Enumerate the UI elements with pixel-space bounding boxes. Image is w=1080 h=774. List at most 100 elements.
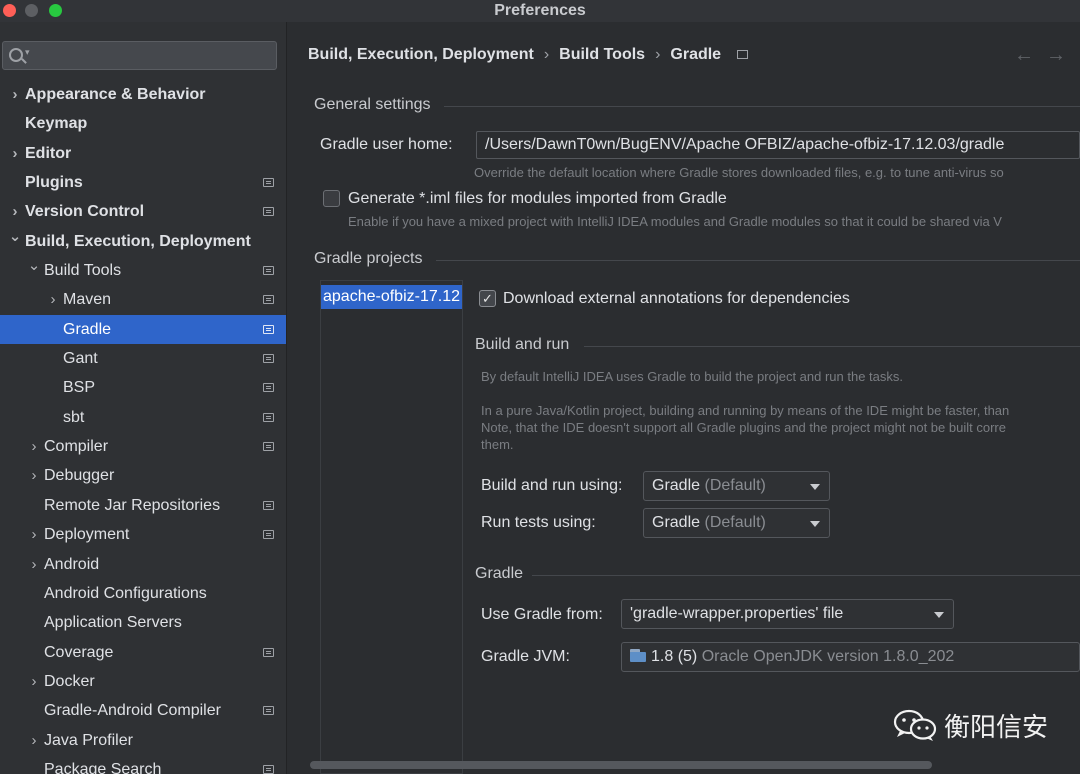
sidebar-item[interactable]: Coverage	[0, 638, 286, 667]
chevron-right-icon[interactable]: ›	[27, 520, 41, 549]
horizontal-scrollbar[interactable]	[310, 761, 932, 769]
chevron-right-icon[interactable]: ›	[46, 285, 60, 314]
dropdown-arrow-icon	[810, 521, 820, 527]
sidebar-item[interactable]: BSP	[0, 373, 286, 402]
generate-iml-hint: Enable if you have a mixed project with …	[348, 214, 1002, 229]
project-settings-icon	[263, 266, 274, 276]
project-settings-icon	[263, 383, 274, 393]
settings-tree: › Appearance & Behavior Keymap › Editor Plugi…	[0, 80, 286, 774]
gradle-jvm-label: Gradle JVM:	[481, 648, 570, 665]
project-settings-icon	[263, 324, 274, 334]
chevron-right-icon[interactable]: ›	[27, 432, 41, 461]
sidebar-item[interactable]: Gradle	[0, 314, 286, 345]
sidebar-item-label: Package Search	[44, 760, 162, 774]
sidebar-item-label: Compiler	[44, 438, 109, 456]
chevron-right-icon[interactable]: ›	[8, 80, 22, 109]
chevron-right-icon: ›	[655, 46, 661, 63]
project-settings-icon	[263, 706, 274, 716]
sidebar-item[interactable]: › Deployment	[0, 520, 286, 549]
watermark-text: 衡阳信安	[944, 712, 1049, 743]
chevron-down-icon[interactable]: ⌄	[8, 222, 22, 251]
build-run-description: By default IntelliJ IDEA uses Gradle to …	[481, 369, 904, 384]
build-run-note-line: them.	[481, 437, 514, 452]
sidebar-item[interactable]: Gradle-Android Compiler	[0, 696, 286, 725]
sidebar-item[interactable]: ⌄ Build Tools	[0, 256, 286, 285]
dropdown-suffix: (Default)	[704, 477, 766, 494]
project-settings-icon	[263, 647, 274, 657]
sidebar-item[interactable]: Keymap	[0, 109, 286, 138]
settings-search-input[interactable]: ▾	[2, 41, 277, 70]
watermark: 衡阳信安	[892, 708, 1049, 743]
sidebar-item[interactable]: › Editor	[0, 139, 286, 168]
project-list-item[interactable]: apache-ofbiz-17.12	[321, 285, 462, 309]
sidebar-item[interactable]: › Android	[0, 550, 286, 579]
sidebar-item[interactable]: ⌄ Build, Execution, Deployment	[0, 227, 286, 256]
chevron-right-icon[interactable]: ›	[27, 461, 41, 490]
sidebar-item[interactable]: Plugins	[0, 168, 286, 197]
sidebar-item-label: Debugger	[44, 467, 115, 485]
general-settings-title: General settings	[314, 96, 431, 113]
wechat-logo-icon	[893, 709, 937, 741]
chevron-right-icon[interactable]: ›	[27, 667, 41, 696]
sidebar-item[interactable]: Gant	[0, 344, 286, 373]
generate-iml-label[interactable]: Generate *.iml files for modules importe…	[348, 190, 727, 208]
project-settings-icon	[263, 207, 274, 217]
gradle-jvm-dropdown[interactable]: 1.8 (5) Oracle OpenJDK version 1.8.0_202	[621, 642, 1080, 672]
use-gradle-from-dropdown[interactable]: 'gradle-wrapper.properties' file	[621, 599, 954, 629]
dropdown-value: 'gradle-wrapper.properties' file	[630, 605, 844, 622]
search-options-icon[interactable]: ▾	[25, 47, 30, 58]
back-arrow-icon[interactable]: ←	[1014, 44, 1034, 67]
build-run-using-dropdown[interactable]: Gradle (Default)	[643, 471, 830, 501]
breadcrumb-item[interactable]: Build, Execution, Deployment	[308, 46, 534, 64]
sidebar-item-label: Gradle-Android Compiler	[44, 702, 221, 720]
sidebar-item[interactable]: Package Search	[0, 755, 286, 774]
chevron-down-icon[interactable]: ⌄	[27, 251, 41, 280]
sidebar-item[interactable]: › Maven	[0, 285, 286, 314]
sidebar-item-label: BSP	[63, 379, 96, 397]
sidebar-item-label: sbt	[63, 408, 85, 426]
sidebar-item[interactable]: › Compiler	[0, 432, 286, 461]
sidebar-item[interactable]: sbt	[0, 403, 286, 432]
section-divider	[444, 106, 1080, 107]
sidebar-item-label: Build Tools	[44, 262, 122, 280]
project-settings-icon	[263, 178, 274, 188]
project-settings-icon	[263, 500, 274, 510]
forward-arrow-icon[interactable]: →	[1046, 44, 1066, 67]
sidebar-item-label: Deployment	[44, 526, 130, 544]
download-annotations-label[interactable]: Download external annotations for depend…	[503, 290, 850, 308]
sidebar-item[interactable]: Android Configurations	[0, 579, 286, 608]
gradle-projects-list[interactable]: apache-ofbiz-17.12	[320, 280, 463, 774]
breadcrumb-item[interactable]: Build Tools	[559, 46, 645, 64]
build-run-note-line: Note, that the IDE doesn't support all G…	[481, 420, 1006, 435]
chevron-right-icon[interactable]: ›	[8, 139, 22, 168]
chevron-right-icon: ›	[543, 46, 550, 63]
sidebar-item-label: Maven	[63, 291, 112, 309]
sidebar-item[interactable]: › Docker	[0, 667, 286, 696]
chevron-right-icon[interactable]: ›	[27, 550, 41, 579]
sidebar-item-label: Plugins	[25, 174, 83, 192]
dropdown-suffix: (Default)	[704, 514, 766, 531]
sidebar-item[interactable]: Application Servers	[0, 608, 286, 637]
sidebar-item[interactable]: › Java Profiler	[0, 726, 286, 755]
gradle-user-home-hint: Override the default location where Grad…	[474, 165, 1004, 180]
sidebar-item[interactable]: › Version Control	[0, 197, 286, 226]
sidebar-item-label: Coverage	[44, 643, 114, 661]
sidebar-item[interactable]: Remote Jar Repositories	[0, 491, 286, 520]
generate-iml-checkbox[interactable]	[323, 190, 340, 207]
chevron-right-icon[interactable]: ›	[27, 726, 41, 755]
download-annotations-checkbox[interactable]: ✓	[479, 290, 496, 307]
run-tests-using-label: Run tests using:	[481, 514, 596, 531]
build-run-note-line: In a pure Java/Kotlin project, building …	[481, 403, 1010, 418]
project-settings-icon	[263, 764, 274, 774]
section-divider	[584, 346, 1080, 347]
gradle-user-home-field[interactable]: /Users/DawnT0wn/BugENV/Apache OFBIZ/apac…	[476, 131, 1080, 159]
sidebar-item[interactable]: › Debugger	[0, 461, 286, 490]
sidebar-item-label: Build, Execution, Deployment	[25, 232, 251, 250]
use-gradle-from-label: Use Gradle from:	[481, 606, 603, 623]
sidebar-item-label: Editor	[25, 144, 72, 162]
sidebar-item[interactable]: › Appearance & Behavior	[0, 80, 286, 109]
run-tests-using-dropdown[interactable]: Gradle (Default)	[643, 508, 830, 538]
sidebar-item-label: Gradle	[63, 320, 112, 338]
sidebar-item-label: Docker	[44, 672, 95, 690]
title-bar: Preferences	[0, 0, 1080, 22]
